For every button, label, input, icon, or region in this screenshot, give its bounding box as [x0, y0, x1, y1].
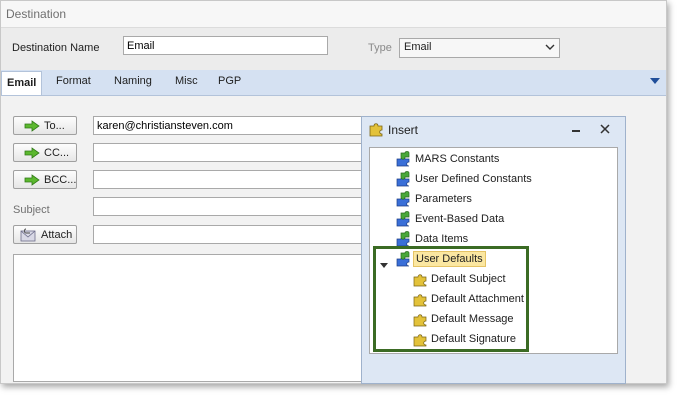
type-label: Type	[368, 42, 392, 54]
subject-input[interactable]	[93, 197, 368, 216]
puzzle-icon	[396, 211, 410, 227]
attach-input[interactable]	[93, 225, 368, 244]
to-button-label: To...	[44, 120, 65, 132]
insert-panel-title: Insert	[388, 123, 419, 137]
puzzle-icon	[396, 171, 410, 187]
attach-button[interactable]: Attach	[13, 225, 77, 244]
bcc-input[interactable]	[93, 170, 368, 189]
window-title: Destination	[6, 7, 67, 21]
destination-header: Destination Name Type Email	[1, 28, 666, 70]
puzzle-icon	[396, 231, 410, 247]
destination-name-input[interactable]	[123, 36, 328, 55]
minimize-icon[interactable]	[569, 123, 583, 137]
type-select[interactable]: Email	[399, 38, 560, 58]
puzzle-icon	[396, 191, 410, 207]
user-defaults-highlight-box	[373, 246, 529, 352]
title-bar: Destination	[1, 1, 666, 28]
to-button[interactable]: To...	[13, 116, 77, 135]
puzzle-icon	[369, 123, 383, 137]
close-icon[interactable]	[598, 123, 612, 137]
green-arrow-icon	[24, 120, 40, 132]
tab-naming[interactable]: Naming	[114, 75, 152, 87]
to-input[interactable]	[93, 116, 368, 135]
message-body-textarea[interactable]	[13, 254, 368, 382]
cc-button-label: CC...	[44, 147, 70, 159]
bcc-button[interactable]: BCC...	[13, 170, 77, 189]
tab-format[interactable]: Format	[56, 75, 91, 87]
envelope-paperclip-icon	[20, 228, 36, 242]
bcc-button-label: BCC...	[44, 174, 77, 186]
green-arrow-icon	[24, 147, 40, 159]
subject-label: Subject	[13, 204, 50, 216]
puzzle-icon	[396, 151, 410, 167]
type-select-value: Email	[404, 41, 432, 53]
cc-button[interactable]: CC...	[13, 143, 77, 162]
tab-overflow-icon[interactable]	[650, 78, 660, 84]
tab-misc[interactable]: Misc	[175, 75, 198, 87]
insert-panel-title-bar[interactable]: Insert	[362, 117, 625, 143]
chevron-down-icon	[545, 44, 555, 50]
green-arrow-icon	[24, 174, 40, 186]
tab-bar: Email Format Naming Misc PGP	[1, 70, 666, 96]
tab-pgp[interactable]: PGP	[218, 75, 241, 87]
destination-name-label: Destination Name	[12, 42, 100, 54]
tab-email[interactable]: Email	[1, 71, 43, 95]
attach-button-label: Attach	[41, 229, 73, 241]
cc-input[interactable]	[93, 143, 368, 162]
